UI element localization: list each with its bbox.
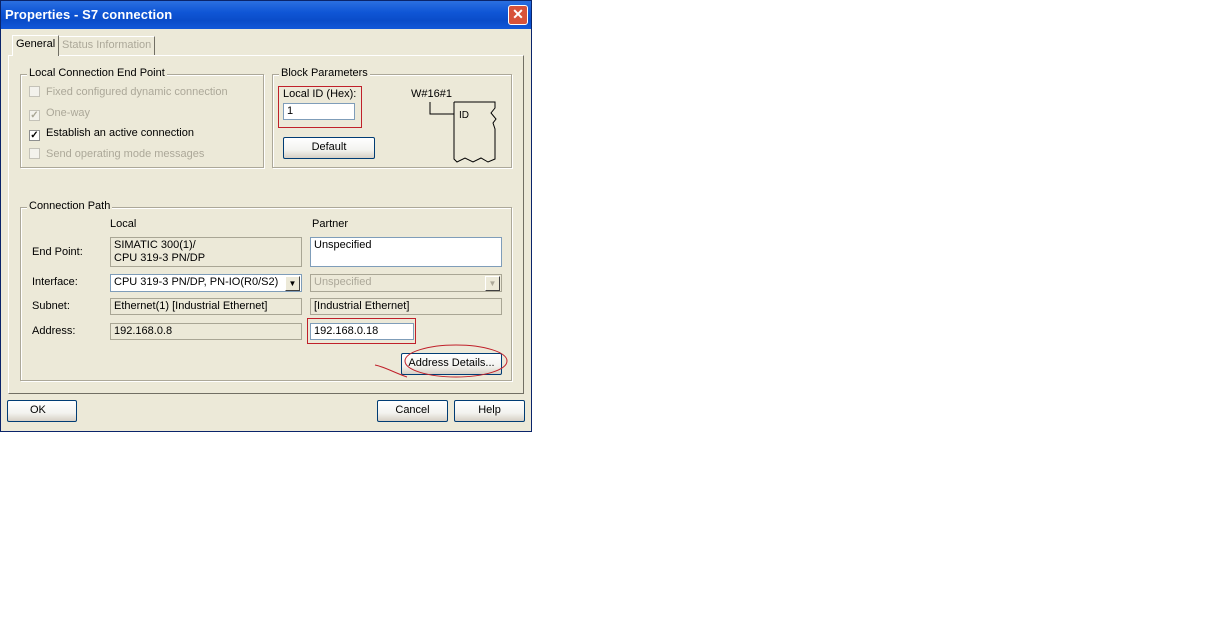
partner-interface-select[interactable]: Unspecified ▼ xyxy=(310,274,502,292)
local-endpoint-title: Local Connection End Point xyxy=(27,67,167,79)
block-pin-label: ID xyxy=(459,110,469,121)
block-value-label: W#16#1 xyxy=(411,88,452,100)
address-details-annotation xyxy=(374,344,508,378)
local-id-input[interactable]: 1 xyxy=(283,103,355,120)
tab-general[interactable]: General xyxy=(12,35,60,56)
subnet-label: Subnet: xyxy=(32,300,70,312)
tab-panel-general: Local Connection End Point Fixed configu… xyxy=(8,55,524,394)
one-way-option[interactable]: ✓ One-way xyxy=(29,107,90,121)
active-connection-option[interactable]: ✓ Establish an active connection xyxy=(29,127,194,141)
interface-label: Interface: xyxy=(32,276,78,288)
local-column-header: Local xyxy=(110,218,137,230)
block-parameters-title: Block Parameters xyxy=(279,67,370,79)
chevron-down-icon[interactable]: ▼ xyxy=(485,276,500,291)
title-bar[interactable]: Properties - S7 connection ✕ xyxy=(1,1,531,29)
partner-end-point-field[interactable]: Unspecified xyxy=(310,237,502,267)
local-address-field: 192.168.0.8 xyxy=(110,323,302,340)
window-title: Properties - S7 connection xyxy=(5,7,173,22)
local-interface-select[interactable]: CPU 319-3 PN/DP, PN-IO(R0/S2) ▼ xyxy=(110,274,302,292)
active-connection-checkbox[interactable]: ✓ xyxy=(29,130,40,141)
local-endpoint-group: Local Connection End Point Fixed configu… xyxy=(20,67,264,168)
end-point-label: End Point: xyxy=(32,246,83,258)
local-subnet-field: Ethernet(1) [Industrial Ethernet] xyxy=(110,298,302,315)
connection-path-title: Connection Path xyxy=(27,200,113,212)
send-op-mode-label: Send operating mode messages xyxy=(46,148,205,160)
partner-interface-value: Unspecified xyxy=(314,276,372,288)
local-end-point-line2: CPU 319-3 PN/DP xyxy=(114,252,206,264)
properties-dialog: Properties - S7 connection ✕ General Sta… xyxy=(0,0,532,432)
cancel-button[interactable]: Cancel xyxy=(377,400,448,422)
address-label: Address: xyxy=(32,325,76,337)
one-way-label: One-way xyxy=(46,107,91,119)
tab-status-information[interactable]: Status Information xyxy=(58,36,156,55)
one-way-checkbox[interactable]: ✓ xyxy=(29,110,40,121)
local-interface-value: CPU 319-3 PN/DP, PN-IO(R0/S2) xyxy=(114,276,279,288)
local-end-point-field: SIMATIC 300(1)/ CPU 319-3 PN/DP xyxy=(110,237,302,267)
close-button[interactable]: ✕ xyxy=(508,5,528,25)
partner-column-header: Partner xyxy=(312,218,349,230)
connection-path-group: Connection Path Local Partner End Point:… xyxy=(20,200,512,381)
fixed-dynamic-label: Fixed configured dynamic connection xyxy=(46,86,228,98)
partner-address-input[interactable]: 192.168.0.18 xyxy=(310,323,414,340)
partner-subnet-field: [Industrial Ethernet] xyxy=(310,298,502,315)
send-op-mode-checkbox[interactable] xyxy=(29,148,40,159)
block-parameters-group: Block Parameters Local ID (Hex): 1 Defau… xyxy=(272,67,512,168)
local-id-label: Local ID (Hex): xyxy=(283,88,357,100)
fixed-dynamic-option[interactable]: Fixed configured dynamic connection xyxy=(29,86,228,100)
fixed-dynamic-checkbox[interactable] xyxy=(29,86,40,97)
ok-button[interactable]: OK xyxy=(7,400,77,422)
chevron-down-icon[interactable]: ▼ xyxy=(285,276,300,291)
help-button[interactable]: Help xyxy=(454,400,525,422)
default-button[interactable]: Default xyxy=(283,137,375,159)
local-end-point-line1: SIMATIC 300(1)/ xyxy=(114,239,196,251)
active-connection-label: Establish an active connection xyxy=(46,127,194,139)
send-op-mode-option[interactable]: Send operating mode messages xyxy=(29,148,204,162)
